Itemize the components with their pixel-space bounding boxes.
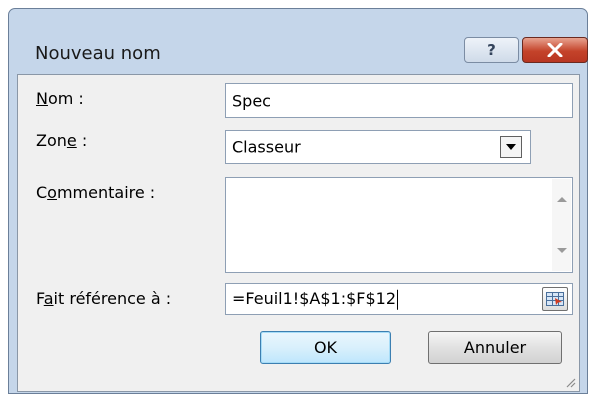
- scope-select[interactable]: Classeur: [225, 130, 531, 164]
- name-label: Nom :: [36, 89, 84, 108]
- resize-grip-icon[interactable]: [564, 376, 576, 388]
- cancel-button[interactable]: Annuler: [428, 331, 562, 364]
- close-button[interactable]: [522, 37, 588, 63]
- text-caret: [397, 289, 398, 310]
- ok-button-label: OK: [313, 338, 338, 357]
- scroll-up-icon[interactable]: [557, 197, 567, 202]
- scope-value: Classeur: [232, 137, 301, 157]
- refers-to-field[interactable]: =Feuil1!$A$1:$F$12: [225, 283, 573, 315]
- range-select-icon: [546, 292, 564, 306]
- comment-scrollbar[interactable]: [552, 179, 571, 271]
- refers-to-label: Fait référence à :: [36, 289, 172, 308]
- chevron-down-icon: [506, 144, 516, 150]
- scope-dropdown-button[interactable]: [500, 136, 522, 158]
- comment-label: Commentaire :: [36, 183, 156, 202]
- cancel-button-label: Annuler: [463, 338, 527, 357]
- collapse-dialog-button[interactable]: [542, 287, 568, 311]
- name-value: Spec: [232, 91, 271, 110]
- ok-button[interactable]: OK: [260, 331, 391, 364]
- scope-label: Zone :: [36, 131, 88, 150]
- close-icon: [547, 43, 563, 57]
- comment-textarea[interactable]: [225, 177, 573, 273]
- name-field[interactable]: Spec: [225, 83, 573, 118]
- dialog-title: Nouveau nom: [35, 43, 161, 64]
- help-icon: ?: [487, 41, 496, 59]
- dialog-body: Nom : Spec Zone : Classeur Commentaire :…: [17, 74, 580, 392]
- refers-to-value: =Feuil1!$A$1:$F$12: [232, 288, 398, 310]
- scroll-down-icon[interactable]: [557, 248, 567, 253]
- help-button[interactable]: ?: [464, 37, 519, 63]
